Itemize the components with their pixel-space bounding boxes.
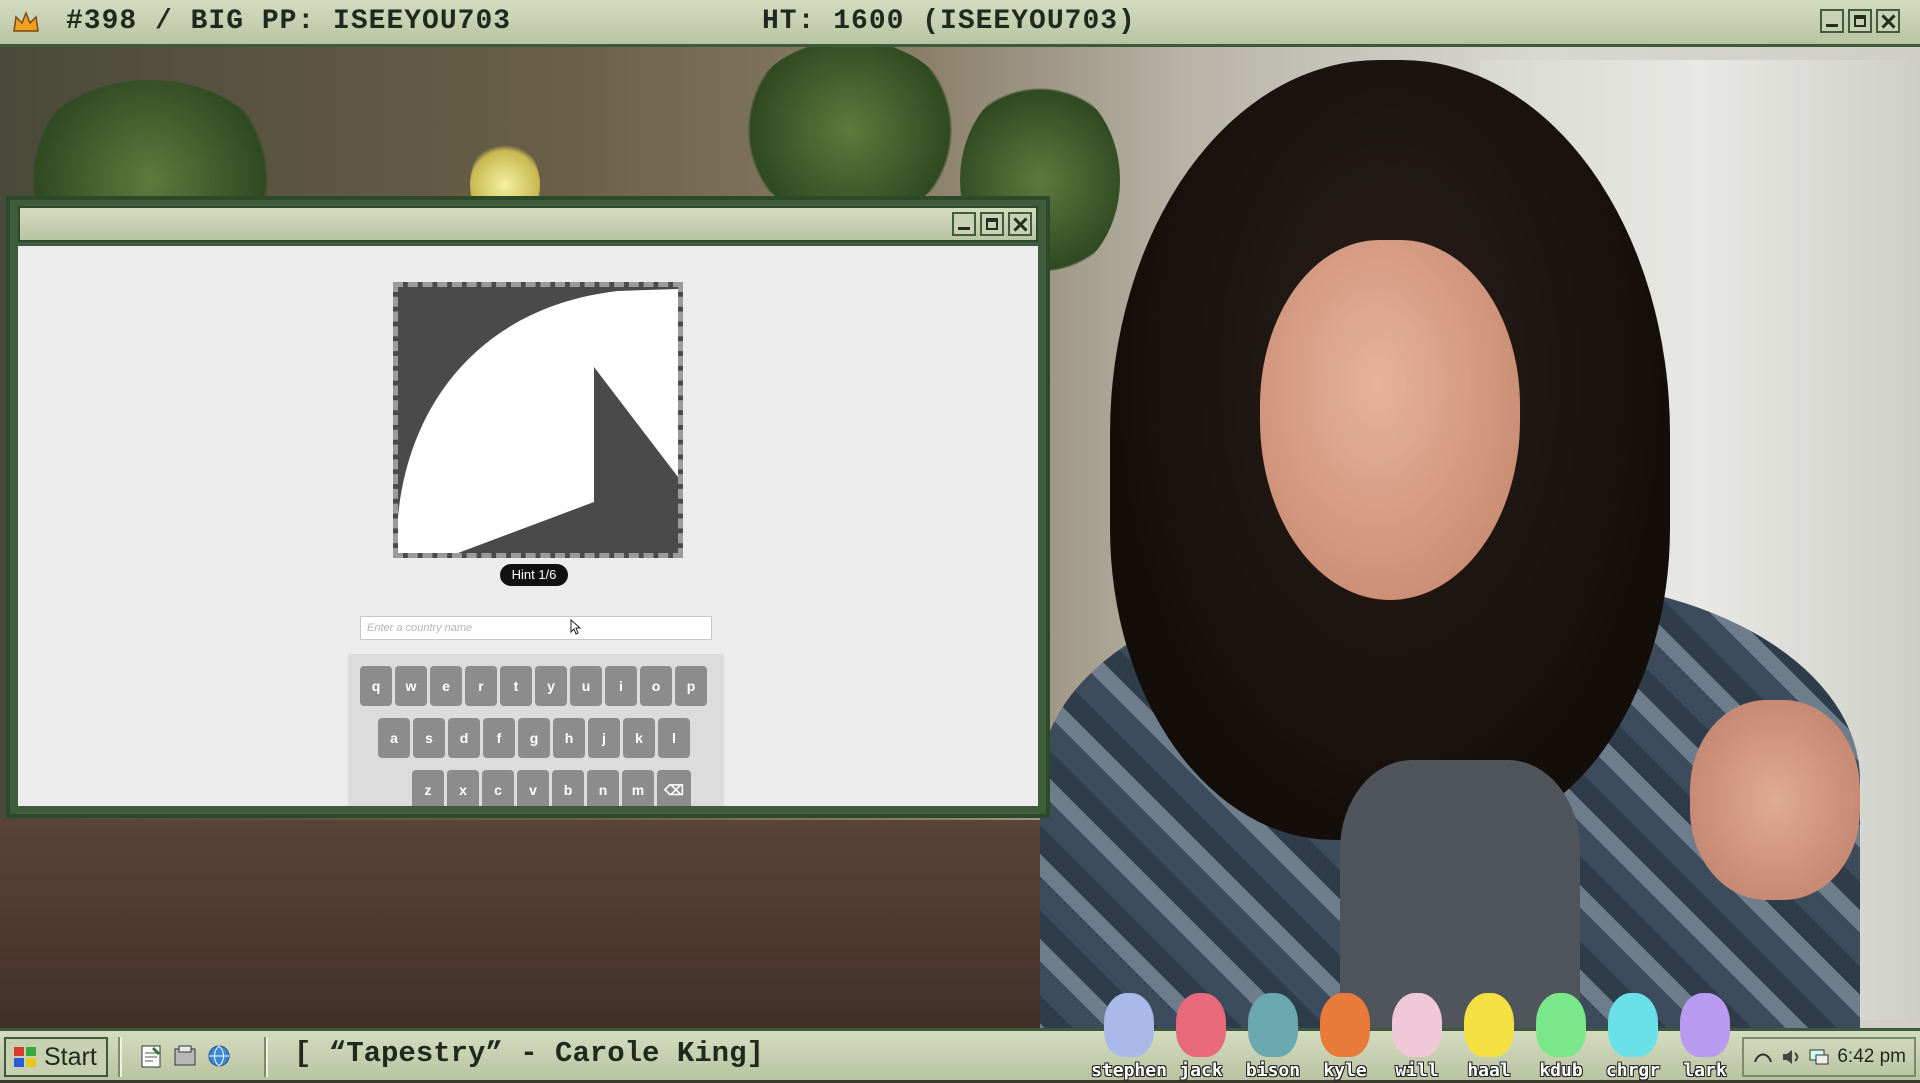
- peep-stephen: stephen: [1091, 979, 1167, 1083]
- overlay-title-bar: #398 / BIG PP: ISEEYOU703 HT: 1600 (ISEE…: [0, 0, 1920, 47]
- network-icon[interactable]: [1752, 1046, 1774, 1068]
- keyboard-row-1: q w e r t y u i o p: [360, 666, 707, 706]
- start-label: Start: [44, 1042, 97, 1071]
- key-v[interactable]: v: [517, 770, 549, 806]
- key-n[interactable]: n: [587, 770, 619, 806]
- key-j[interactable]: j: [588, 718, 620, 758]
- close-button[interactable]: [1876, 9, 1900, 33]
- now-playing-text: [ “Tapestry” - Carole King]: [294, 1037, 764, 1070]
- key-h[interactable]: h: [553, 718, 585, 758]
- key-d[interactable]: d: [448, 718, 480, 758]
- peep-name: haal: [1467, 1060, 1511, 1081]
- peep-kdub: kdub: [1528, 979, 1594, 1083]
- tools-icon[interactable]: [172, 1043, 198, 1069]
- floor: [0, 820, 1050, 1028]
- notepad-icon[interactable]: [138, 1043, 164, 1069]
- key-t[interactable]: t: [500, 666, 532, 706]
- peep-name: lark: [1683, 1060, 1727, 1081]
- country-silhouette: [393, 282, 683, 558]
- maximize-button[interactable]: [1848, 9, 1872, 33]
- volume-icon[interactable]: [1780, 1046, 1802, 1068]
- peep-body: [1176, 993, 1226, 1057]
- minimize-button[interactable]: [952, 212, 976, 236]
- backspace-key[interactable]: ⌫: [657, 770, 691, 806]
- key-a[interactable]: a: [378, 718, 410, 758]
- key-e[interactable]: e: [430, 666, 462, 706]
- key-s[interactable]: s: [413, 718, 445, 758]
- close-button[interactable]: [1008, 212, 1032, 236]
- taskbar-separator: [118, 1037, 122, 1077]
- peep-name: kyle: [1323, 1060, 1367, 1081]
- taskbar-separator: [264, 1037, 268, 1077]
- hand: [1690, 700, 1860, 900]
- key-m[interactable]: m: [622, 770, 654, 806]
- peep-body: [1608, 993, 1658, 1057]
- peep-chrgr: chrgr: [1600, 979, 1666, 1083]
- key-w[interactable]: w: [395, 666, 427, 706]
- keyboard-row-3: z x c v b n m ⌫: [412, 770, 691, 806]
- peep-haal: haal: [1456, 979, 1522, 1083]
- peep-bison: bison: [1240, 979, 1306, 1083]
- maximize-button[interactable]: [980, 212, 1004, 236]
- face: [1260, 240, 1520, 600]
- peep-body: [1104, 993, 1154, 1057]
- hot-take-counter: #398 / BIG PP: ISEEYOU703: [66, 6, 512, 37]
- start-logo-icon: [14, 1047, 36, 1067]
- key-q[interactable]: q: [360, 666, 392, 706]
- viewer-peeps: stephen jack bison kyle will haal kdub c…: [1091, 979, 1738, 1083]
- key-y[interactable]: y: [535, 666, 567, 706]
- country-shape: [398, 289, 678, 553]
- display-icon[interactable]: [1808, 1046, 1830, 1068]
- streamer: [1040, 60, 1860, 1028]
- game-window-controls: [952, 212, 1032, 236]
- key-x[interactable]: x: [447, 770, 479, 806]
- plant: [740, 40, 960, 220]
- keyboard-row-2: a s d f g h j k l: [378, 718, 690, 758]
- peep-body: [1248, 993, 1298, 1057]
- browser-icon[interactable]: [206, 1043, 232, 1069]
- key-g[interactable]: g: [518, 718, 550, 758]
- system-tray: 6:42 pm: [1742, 1037, 1916, 1077]
- minimize-button[interactable]: [1820, 9, 1844, 33]
- clock: 6:42 pm: [1837, 1046, 1906, 1067]
- peep-name: chrgr: [1605, 1060, 1661, 1081]
- peep-body: [1320, 993, 1370, 1057]
- peep-name: will: [1395, 1060, 1439, 1081]
- game-content: Hint 1/6 q w e r t y u i o p a s d f: [18, 246, 1038, 806]
- key-l[interactable]: l: [658, 718, 690, 758]
- peep-body: [1536, 993, 1586, 1057]
- peep-name: bison: [1245, 1060, 1301, 1081]
- on-screen-keyboard: q w e r t y u i o p a s d f g h j k l z …: [348, 654, 724, 806]
- key-z[interactable]: z: [412, 770, 444, 806]
- peep-body: [1680, 993, 1730, 1057]
- peep-body: [1392, 993, 1442, 1057]
- peep-name: stephen: [1091, 1060, 1167, 1081]
- game-window: Hint 1/6 q w e r t y u i o p a s d f: [6, 196, 1050, 818]
- start-button[interactable]: Start: [4, 1037, 108, 1077]
- key-u[interactable]: u: [570, 666, 602, 706]
- game-window-title-bar[interactable]: [18, 206, 1038, 242]
- peep-jack: jack: [1168, 979, 1234, 1083]
- taskbar: Start [ “Tapestry” - Carole King] stephe…: [0, 993, 1920, 1081]
- peep-kyle: kyle: [1312, 979, 1378, 1083]
- hint-counter: Hint 1/6: [500, 564, 568, 586]
- key-k[interactable]: k: [623, 718, 655, 758]
- key-o[interactable]: o: [640, 666, 672, 706]
- key-r[interactable]: r: [465, 666, 497, 706]
- peep-will: will: [1384, 979, 1450, 1083]
- key-f[interactable]: f: [483, 718, 515, 758]
- country-input[interactable]: [360, 616, 712, 640]
- key-b[interactable]: b: [552, 770, 584, 806]
- peep-name: jack: [1179, 1060, 1223, 1081]
- peep-lark: lark: [1672, 979, 1738, 1083]
- key-p[interactable]: p: [675, 666, 707, 706]
- peep-body: [1464, 993, 1514, 1057]
- key-c[interactable]: c: [482, 770, 514, 806]
- mouse-cursor-icon: [570, 619, 582, 635]
- high-score: HT: 1600 (ISEEYOU703): [762, 6, 1136, 37]
- window-controls: [1820, 9, 1900, 33]
- key-i[interactable]: i: [605, 666, 637, 706]
- crown-icon: [13, 10, 39, 32]
- peep-name: kdub: [1539, 1060, 1583, 1081]
